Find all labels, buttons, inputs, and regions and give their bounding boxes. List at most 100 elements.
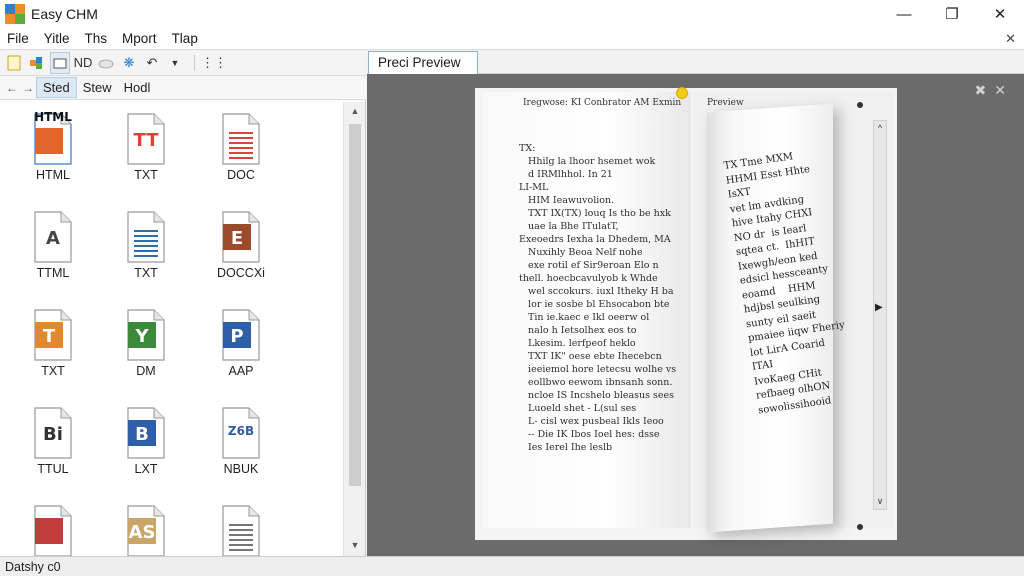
nav-bar: ← → Sted Stew Hodl <box>0 76 366 100</box>
file-item-label: HTML <box>35 168 71 182</box>
file-icon-badge: E <box>230 228 244 249</box>
file-icon-badge: A <box>46 228 60 249</box>
file-type-icon: Bi <box>31 406 75 460</box>
file-icon-badge: HTML <box>34 110 72 124</box>
file-type-icon: B <box>124 406 168 460</box>
file-item[interactable]: Z6B NBUK <box>196 406 286 476</box>
file-item[interactable]: DOC <box>196 112 286 182</box>
file-item-label: TTML <box>36 266 70 280</box>
new-file-icon[interactable] <box>4 52 24 74</box>
menu-bar: File Yitle Ths Mport Tlap ✕ <box>0 28 1024 50</box>
scrollbar-thumb[interactable] <box>349 124 361 486</box>
nd-button[interactable]: ND <box>73 52 93 74</box>
tab-sted[interactable]: Sted <box>36 77 77 98</box>
file-icon-badge: TT <box>133 130 159 151</box>
file-item[interactable] <box>196 504 286 556</box>
file-type-icon: AS <box>124 504 168 556</box>
file-browser-panel: ND ❋ ↶ ▼ ⋮⋮ ← → Sted Stew Hodl HTML HTML T… <box>0 50 366 556</box>
page-footer-icon[interactable] <box>857 524 863 530</box>
save-icon[interactable] <box>50 51 70 74</box>
file-type-icon <box>31 504 75 556</box>
app-window: Easy CHM — ❐ ✕ File Yitle Ths Mport Tlap… <box>0 0 1024 576</box>
file-icon-badge: Z6B <box>227 424 255 438</box>
magic-wand-icon[interactable]: ❋ <box>119 52 139 74</box>
file-type-icon: T <box>31 308 75 362</box>
file-item[interactable]: HTML HTML <box>8 110 98 182</box>
menu-mport[interactable]: Mport <box>115 31 165 46</box>
file-item[interactable]: TXT <box>101 210 191 280</box>
file-item-label: DOCCXi <box>217 266 265 280</box>
file-item-label: LXT <box>134 462 158 476</box>
preview-scroll-up-icon[interactable]: ^ <box>875 123 885 133</box>
file-item-label: DOC <box>227 168 255 182</box>
file-icon-badge: T <box>42 326 56 347</box>
menu-tlap[interactable]: Tlap <box>165 31 206 46</box>
pin-pane-icon[interactable]: ✖ <box>975 82 995 98</box>
page-menu-icon[interactable] <box>857 102 863 108</box>
file-item[interactable]: P AAP <box>196 308 286 378</box>
minimize-button[interactable]: — <box>880 0 928 28</box>
file-type-icon: P <box>219 308 263 362</box>
file-type-icon <box>219 112 263 166</box>
close-button[interactable]: ✕ <box>976 0 1024 28</box>
left-scrollbar[interactable]: ▲ ▼ <box>343 102 365 556</box>
file-type-icon: A <box>31 210 75 264</box>
file-icon-badge: AS <box>128 522 156 543</box>
menu-yitle[interactable]: Yitle <box>37 31 78 46</box>
file-icon-badge: B <box>135 424 149 445</box>
file-item[interactable]: E DOCCXi <box>196 210 286 280</box>
file-icon-grid: HTML HTML TT TXT DOC A TTML TXT E DOCCXi T TXT Y DM P A… <box>0 102 344 556</box>
file-item[interactable]: A TTML <box>8 210 98 280</box>
maximize-button[interactable]: ❐ <box>928 0 976 28</box>
file-type-icon: TT <box>124 112 168 166</box>
file-item-label: DM <box>136 364 156 378</box>
file-type-icon: HTML <box>31 110 75 166</box>
file-item-label: TTUL <box>37 462 69 476</box>
file-type-icon: Z6B <box>219 406 263 460</box>
file-item-label: AAP <box>228 364 254 378</box>
file-item[interactable] <box>8 504 98 556</box>
next-page-icon[interactable]: ▶ <box>875 302 883 313</box>
file-icon-badge: Bi <box>43 424 63 445</box>
preview-scroll-down-icon[interactable]: ∨ <box>875 496 885 507</box>
close-pane-icon[interactable]: ✕ <box>994 82 1014 98</box>
chevron-down-icon[interactable]: ▼ <box>165 52 185 74</box>
toolbar: ND ❋ ↶ ▼ ⋮⋮ <box>0 50 366 76</box>
scroll-down-icon[interactable]: ▼ <box>344 540 366 550</box>
file-icon-badge: P <box>230 326 244 347</box>
window-title: Easy CHM <box>31 6 98 22</box>
file-item[interactable]: Bi TTUL <box>8 406 98 476</box>
file-item-label: TXT <box>134 266 158 280</box>
preview-panel: Preci Preview ✖✕ Iregwose: KI Conbrator … <box>367 50 1024 556</box>
page-header: Iregwose: KI Conbrator AM Exmin <box>523 98 682 108</box>
forward-arrow-icon[interactable]: → <box>20 81 36 95</box>
preview-page-label: Preview <box>707 98 744 108</box>
file-item[interactable]: TT TXT <box>101 112 191 182</box>
preview-scrollbar[interactable]: ^ ∨ <box>873 120 887 510</box>
undo-icon[interactable]: ↶ <box>142 52 162 74</box>
tab-stew[interactable]: Stew <box>77 78 118 97</box>
left-page-text: TX: Hhilg la lhoor hsemet wok d IRMlhhol… <box>519 143 677 453</box>
menu-close-icon[interactable]: ✕ <box>1005 31 1016 47</box>
menu-ths[interactable]: Ths <box>78 31 116 46</box>
tab-preview[interactable]: Preci Preview <box>368 51 478 74</box>
file-item[interactable]: B LXT <box>101 406 191 476</box>
scroll-up-icon[interactable]: ▲ <box>344 106 366 116</box>
file-item-label: NBUK <box>223 462 259 476</box>
tab-hodl[interactable]: Hodl <box>118 78 157 97</box>
title-bar: Easy CHM — ❐ ✕ <box>0 0 1024 28</box>
back-arrow-icon[interactable]: ← <box>4 81 20 95</box>
file-item[interactable]: Y DM <box>101 308 191 378</box>
cloud-icon[interactable] <box>96 52 116 74</box>
pin-icon[interactable]: ⋮⋮ <box>201 52 227 74</box>
file-item[interactable]: T TXT <box>8 308 98 378</box>
app-logo-icon <box>5 4 25 24</box>
file-type-icon <box>124 210 168 264</box>
file-item[interactable]: AS <box>101 504 191 556</box>
file-type-icon <box>219 504 263 556</box>
toolbar-divider <box>194 54 195 71</box>
pane-controls: ✖✕ <box>975 82 1014 99</box>
menu-file[interactable]: File <box>0 31 37 46</box>
preview-tab-bar: Preci Preview <box>367 50 1024 74</box>
open-folder-icon[interactable] <box>27 52 47 74</box>
